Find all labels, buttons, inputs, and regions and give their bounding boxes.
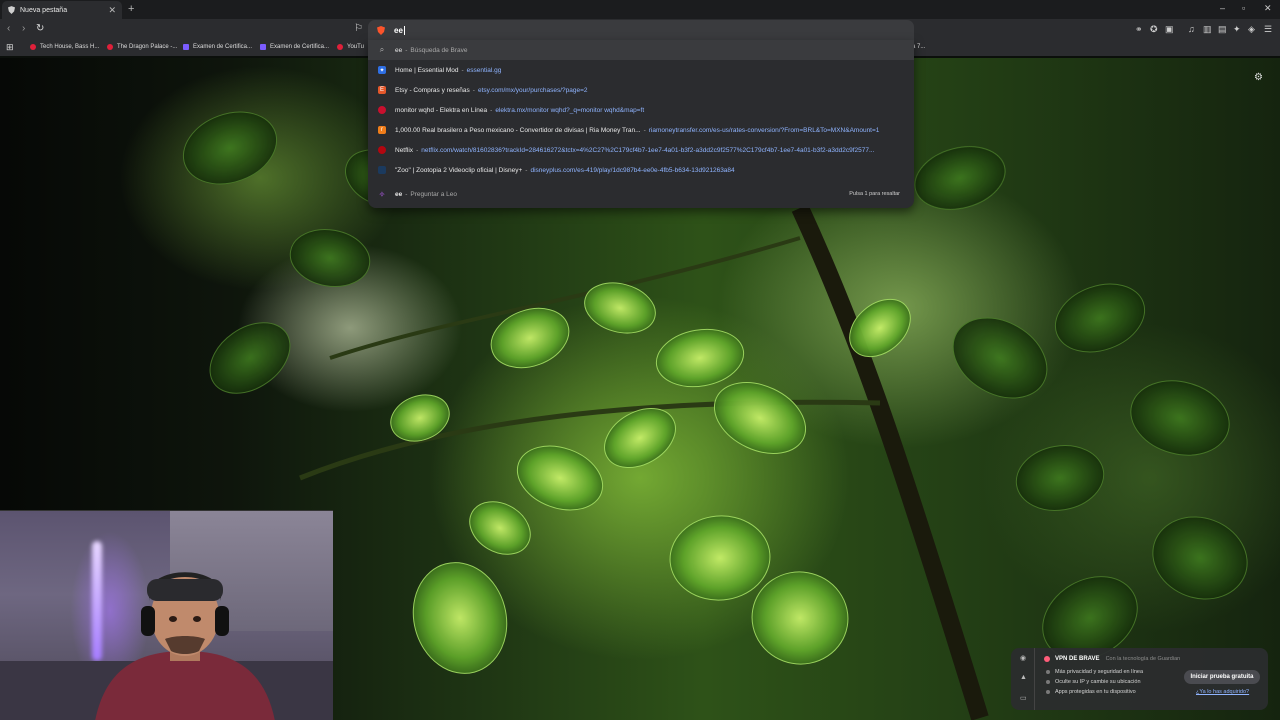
vpn-side-rail: ◉ ▲ ▭ (1011, 648, 1035, 710)
bookmark-item[interactable]: YouTu (337, 44, 364, 50)
close-tab-icon[interactable]: ✕ (108, 5, 116, 16)
exam-favicon-icon (183, 44, 189, 50)
puzzle-icon[interactable]: ✪ (1150, 24, 1158, 35)
etsy-favicon-icon: E (378, 86, 386, 94)
leo-sparkle-icon: ✧ (378, 189, 386, 199)
bookmark-item[interactable]: Examen de Certifica... (183, 44, 252, 50)
bookmark-icon[interactable]: ⚐ (354, 23, 363, 35)
extension-icon[interactable]: ⚭ (1135, 24, 1143, 35)
omnibox-suggestions: ⌕ ee - Búsqueda de Brave ✦ Home | Essent… (368, 40, 914, 208)
brave-shield-icon (8, 6, 15, 14)
youtube-favicon-icon (337, 44, 343, 50)
reload-icon[interactable]: ↻ (36, 23, 44, 35)
apps-grid-icon[interactable]: ⊞ (6, 42, 14, 53)
suggestion-row[interactable]: ⌕ ee - Búsqueda de Brave (368, 40, 914, 60)
leo-icon[interactable]: ✦ (1233, 24, 1241, 35)
netflix-favicon-icon (378, 146, 386, 154)
brave-lion-icon (377, 25, 385, 35)
exam-favicon-icon (260, 44, 266, 50)
already-purchased-link[interactable]: ¿Ya lo has adquirido? (1196, 689, 1249, 695)
bullet-icon (1046, 680, 1050, 684)
vpn-feature: Más privacidad y seguridad en línea (1046, 669, 1143, 675)
start-trial-button[interactable]: Iniciar prueba gratuita (1184, 670, 1260, 684)
vpn-shield-icon[interactable]: ◉ (1020, 654, 1026, 662)
youtube-favicon-icon (30, 44, 36, 50)
close-window-icon[interactable]: ✕ (1264, 3, 1272, 14)
new-tab-icon[interactable]: + (128, 3, 134, 15)
ask-leo-row[interactable]: ✧ ee - Preguntar a Leo Pulsa 1 para resa… (368, 184, 914, 204)
minimize-icon[interactable]: – (1220, 3, 1225, 13)
screenshot-icon[interactable]: ▣ (1165, 24, 1174, 35)
disney-favicon-icon (378, 166, 386, 174)
search-icon: ⌕ (379, 45, 385, 54)
suggestion-row[interactable]: Netflix - netflix.com/watch/81602836?tra… (368, 140, 914, 160)
vpn-icon[interactable]: ◈ (1248, 24, 1255, 35)
address-bar[interactable]: ee (368, 20, 914, 40)
bullet-icon (1046, 670, 1050, 674)
maximize-icon[interactable]: ▫ (1242, 3, 1245, 13)
webcam-overlay (0, 510, 333, 720)
suggestion-row[interactable]: ✦ Home | Essential Mod - essential.gg (368, 60, 914, 80)
bookmark-item[interactable]: The Dragon Palace -... (107, 44, 177, 50)
address-input[interactable]: ee (394, 26, 403, 35)
card-icon[interactable]: ▭ (1020, 694, 1027, 702)
forward-icon[interactable]: › (22, 23, 25, 35)
tab-strip: Nueva pestaña ✕ + – ▫ ✕ (0, 0, 1280, 19)
brave-vpn-card: ◉ ▲ ▭ VPN DE BRAVE Con la tecnología de … (1011, 648, 1268, 710)
bookmark-item[interactable]: Examen de Certifica... (260, 44, 329, 50)
bookmark-item[interactable]: Tech House, Bass H... (30, 44, 99, 50)
vpn-feature: Apps protegidas en tu dispositivo (1046, 689, 1136, 695)
customize-gear-icon[interactable]: ⚙ (1254, 72, 1263, 83)
elektra-favicon-icon (378, 106, 386, 114)
vpn-feature: Oculte su IP y cambie su ubicación (1046, 679, 1141, 685)
suggestion-row[interactable]: monitor wqhd - Elektra en Línea - elektr… (368, 100, 914, 120)
tab-new-tab[interactable]: Nueva pestaña ✕ (2, 1, 122, 19)
wallet-icon[interactable]: ▤ (1218, 24, 1227, 35)
leo-hint: Pulsa 1 para resaltar (849, 191, 900, 197)
back-icon[interactable]: ‹ (7, 23, 10, 35)
ria-favicon-icon: r (378, 126, 386, 134)
menu-icon[interactable]: ☰ (1264, 24, 1272, 35)
essential-favicon-icon: ✦ (378, 66, 386, 74)
browser-window: Nueva pestaña ✕ + – ▫ ✕ ‹ › ↻ ⚐ ee ⚭ ✪ ▣… (0, 0, 1280, 720)
suggestion-row[interactable]: r 1,000.00 Real brasilero a Peso mexican… (368, 120, 914, 140)
text-cursor (403, 25, 405, 35)
vpn-header: VPN DE BRAVE Con la tecnología de Guardi… (1044, 656, 1180, 662)
suggestion-row[interactable]: E Etsy - Compras y reseñas - etsy.com/mx… (368, 80, 914, 100)
streamer-image (95, 572, 275, 720)
youtube-favicon-icon (107, 44, 113, 50)
sidebar-icon[interactable]: ▥ (1203, 24, 1212, 35)
suggestion-row[interactable]: "Zoo" | Zootopia 2 Videoclip oficial | D… (368, 160, 914, 180)
warning-icon[interactable]: ▲ (1020, 674, 1027, 681)
tab-title: Nueva pestaña (20, 6, 68, 14)
bookmarks-overflow[interactable]: a 7... (912, 44, 925, 50)
media-icon[interactable]: ♫ (1188, 24, 1195, 34)
vpn-logo-icon (1044, 656, 1050, 662)
bullet-icon (1046, 690, 1050, 694)
